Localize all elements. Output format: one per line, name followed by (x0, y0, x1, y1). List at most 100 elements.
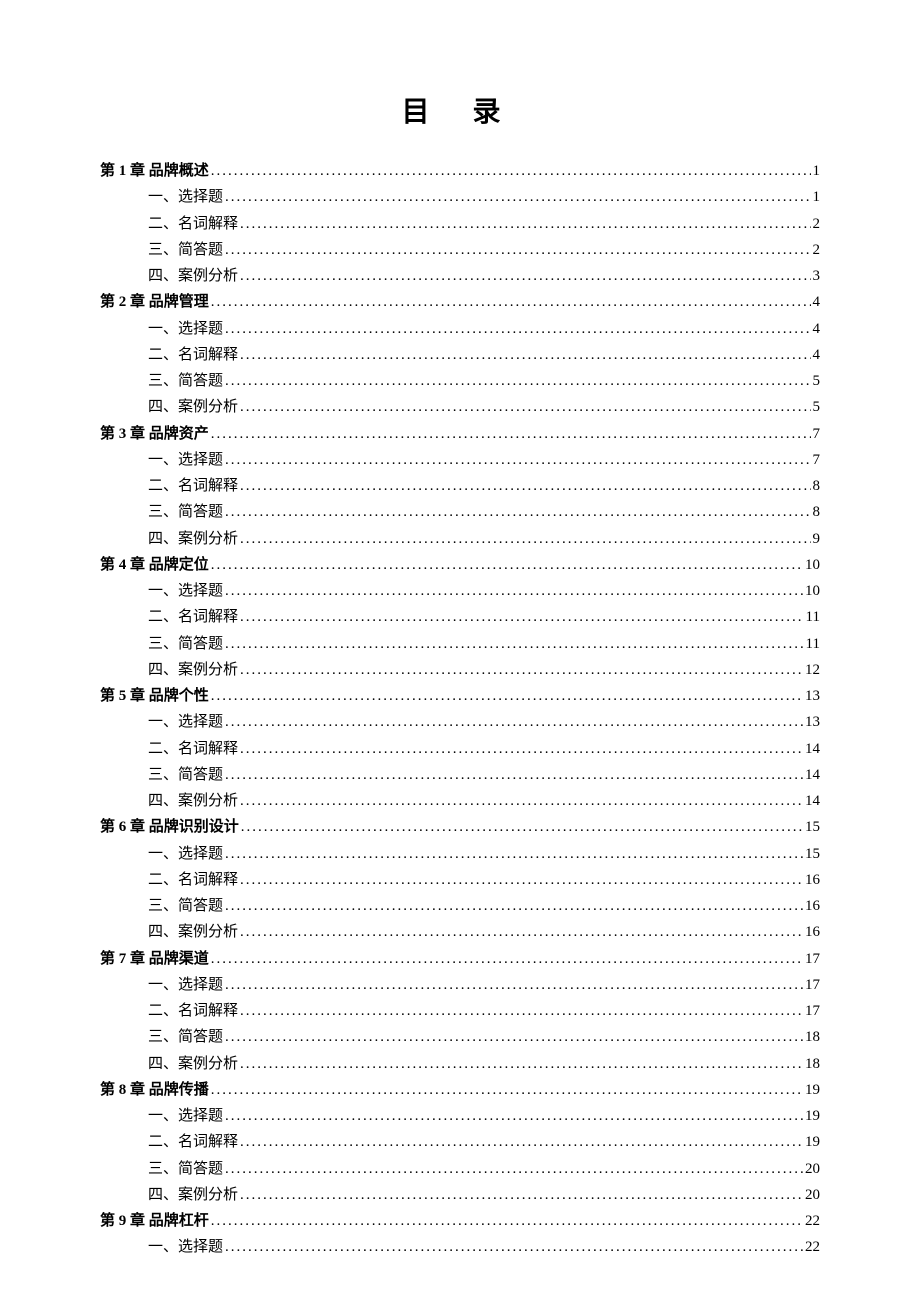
toc-section-row: 三、简答题18 (148, 1024, 820, 1050)
toc-leader-dots (225, 1024, 803, 1050)
toc-leader-dots (240, 867, 803, 893)
toc-entry-label: 三、简答题 (148, 893, 223, 919)
toc-leader-dots (240, 394, 810, 420)
toc-entry-page: 22 (805, 1234, 820, 1260)
toc-chapter-row: 第 5 章 品牌个性 13 (100, 683, 820, 709)
toc-entry-page: 11 (806, 604, 820, 630)
toc-entry-label: 三、简答题 (148, 631, 223, 657)
toc-leader-dots (225, 762, 803, 788)
toc-leader-dots (240, 657, 803, 683)
toc-entry-page: 5 (813, 368, 821, 394)
toc-chapter-row: 第 6 章 品牌识别设计15 (100, 814, 820, 840)
toc-leader-dots (240, 998, 803, 1024)
toc-entry-label: 三、简答题 (148, 1156, 223, 1182)
toc-leader-dots (225, 447, 810, 473)
toc-section-row: 二、名词解释17 (148, 998, 820, 1024)
toc-entry-label: 四、案例分析 (148, 657, 238, 683)
toc-entry-label: 四、案例分析 (148, 1182, 238, 1208)
toc-section-row: 四、案例分析3 (148, 263, 820, 289)
toc-chapter-row: 第 3 章 品牌资产7 (100, 421, 820, 447)
toc-entry-label: 第 5 章 品牌个性 (100, 683, 209, 709)
toc-entry-label: 一、选择题 (148, 709, 223, 735)
toc-entry-page: 2 (813, 237, 821, 263)
toc-title: 目 录 (100, 90, 820, 130)
toc-entry-label: 第 9 章 品牌杠杆 (100, 1208, 209, 1234)
toc-entry-label: 一、选择题 (148, 1234, 223, 1260)
toc-leader-dots (240, 473, 810, 499)
toc-entry-page: 17 (805, 946, 820, 972)
toc-entry-label: 第 7 章 品牌渠道 (100, 946, 209, 972)
toc-entry-page: 13 (805, 709, 820, 735)
toc-entry-page: 14 (805, 788, 820, 814)
toc-leader-dots (225, 893, 803, 919)
toc-entry-label: 二、名词解释 (148, 604, 238, 630)
toc-entry-page: 19 (805, 1077, 820, 1103)
toc-chapter-row: 第 4 章 品牌定位10 (100, 552, 820, 578)
toc-entry-label: 三、简答题 (148, 237, 223, 263)
toc-section-row: 一、选择题7 (148, 447, 820, 473)
toc-entry-label: 二、名词解释 (148, 473, 238, 499)
toc-entry-label: 第 8 章 品牌传播 (100, 1077, 209, 1103)
toc-leader-dots (211, 552, 803, 578)
toc-section-row: 二、名词解释16 (148, 867, 820, 893)
toc-section-row: 一、选择题 22 (148, 1234, 820, 1260)
toc-leader-dots (211, 421, 811, 447)
toc-entry-page: 20 (805, 1156, 820, 1182)
toc-entry-label: 三、简答题 (148, 499, 223, 525)
toc-leader-dots (225, 368, 810, 394)
toc-section-row: 二、名词解释14 (148, 736, 820, 762)
toc-entry-page: 20 (805, 1182, 820, 1208)
toc-section-row: 三、简答题 11 (148, 631, 820, 657)
toc-leader-dots (240, 342, 810, 368)
toc-entry-label: 一、选择题 (148, 316, 223, 342)
toc-entry-page: 17 (805, 998, 820, 1024)
toc-section-row: 三、简答题 5 (148, 368, 820, 394)
toc-section-row: 四、案例分析5 (148, 394, 820, 420)
toc-section-row: 一、选择题 13 (148, 709, 820, 735)
toc-section-row: 二、名词解释 19 (148, 1129, 820, 1155)
toc-entry-page: 2 (813, 211, 821, 237)
toc-leader-dots (240, 1051, 803, 1077)
toc-section-row: 四、案例分析18 (148, 1051, 820, 1077)
toc-entry-label: 二、名词解释 (148, 1129, 238, 1155)
toc-leader-dots (240, 788, 803, 814)
toc-entry-page: 12 (805, 657, 820, 683)
toc-chapter-row: 第 9 章 品牌杠杆22 (100, 1208, 820, 1234)
toc-entry-page: 16 (805, 893, 820, 919)
toc-section-row: 三、简答题 16 (148, 893, 820, 919)
toc-section-row: 一、选择题17 (148, 972, 820, 998)
toc-entry-label: 二、名词解释 (148, 211, 238, 237)
toc-leader-dots (211, 946, 803, 972)
toc-leader-dots (240, 526, 810, 552)
toc-entry-label: 第 3 章 品牌资产 (100, 421, 209, 447)
toc-leader-dots (225, 1103, 803, 1129)
toc-entry-label: 第 1 章 品牌概述 (100, 158, 209, 184)
toc-section-row: 四、案例分析16 (148, 919, 820, 945)
toc-section-row: 二、名词解释 2 (148, 211, 820, 237)
toc-leader-dots (225, 709, 803, 735)
toc-entry-page: 10 (805, 578, 820, 604)
toc-section-row: 一、选择题10 (148, 578, 820, 604)
toc-entry-page: 14 (805, 736, 820, 762)
toc-section-row: 一、选择题1 (148, 184, 820, 210)
toc-section-row: 二、名词解释4 (148, 342, 820, 368)
toc-entry-page: 16 (805, 867, 820, 893)
toc-list: 第 1 章 品牌概述1一、选择题1二、名词解释2三、简答题2四、案例分析3第 2… (100, 158, 820, 1261)
toc-entry-page: 4 (813, 316, 821, 342)
toc-entry-page: 13 (805, 683, 820, 709)
toc-leader-dots (211, 289, 811, 315)
toc-section-row: 一、选择题15 (148, 841, 820, 867)
toc-section-row: 三、简答题8 (148, 499, 820, 525)
toc-section-row: 三、简答题 2 (148, 237, 820, 263)
toc-entry-label: 二、名词解释 (148, 342, 238, 368)
toc-entry-label: 一、选择题 (148, 841, 223, 867)
toc-entry-page: 1 (813, 184, 821, 210)
toc-leader-dots (225, 578, 803, 604)
toc-leader-dots (211, 158, 811, 184)
toc-section-row: 四、案例分析14 (148, 788, 820, 814)
toc-entry-page: 19 (805, 1129, 820, 1155)
toc-leader-dots (240, 1182, 803, 1208)
toc-entry-label: 三、简答题 (148, 368, 223, 394)
toc-entry-page: 11 (806, 631, 820, 657)
toc-entry-page: 14 (805, 762, 820, 788)
